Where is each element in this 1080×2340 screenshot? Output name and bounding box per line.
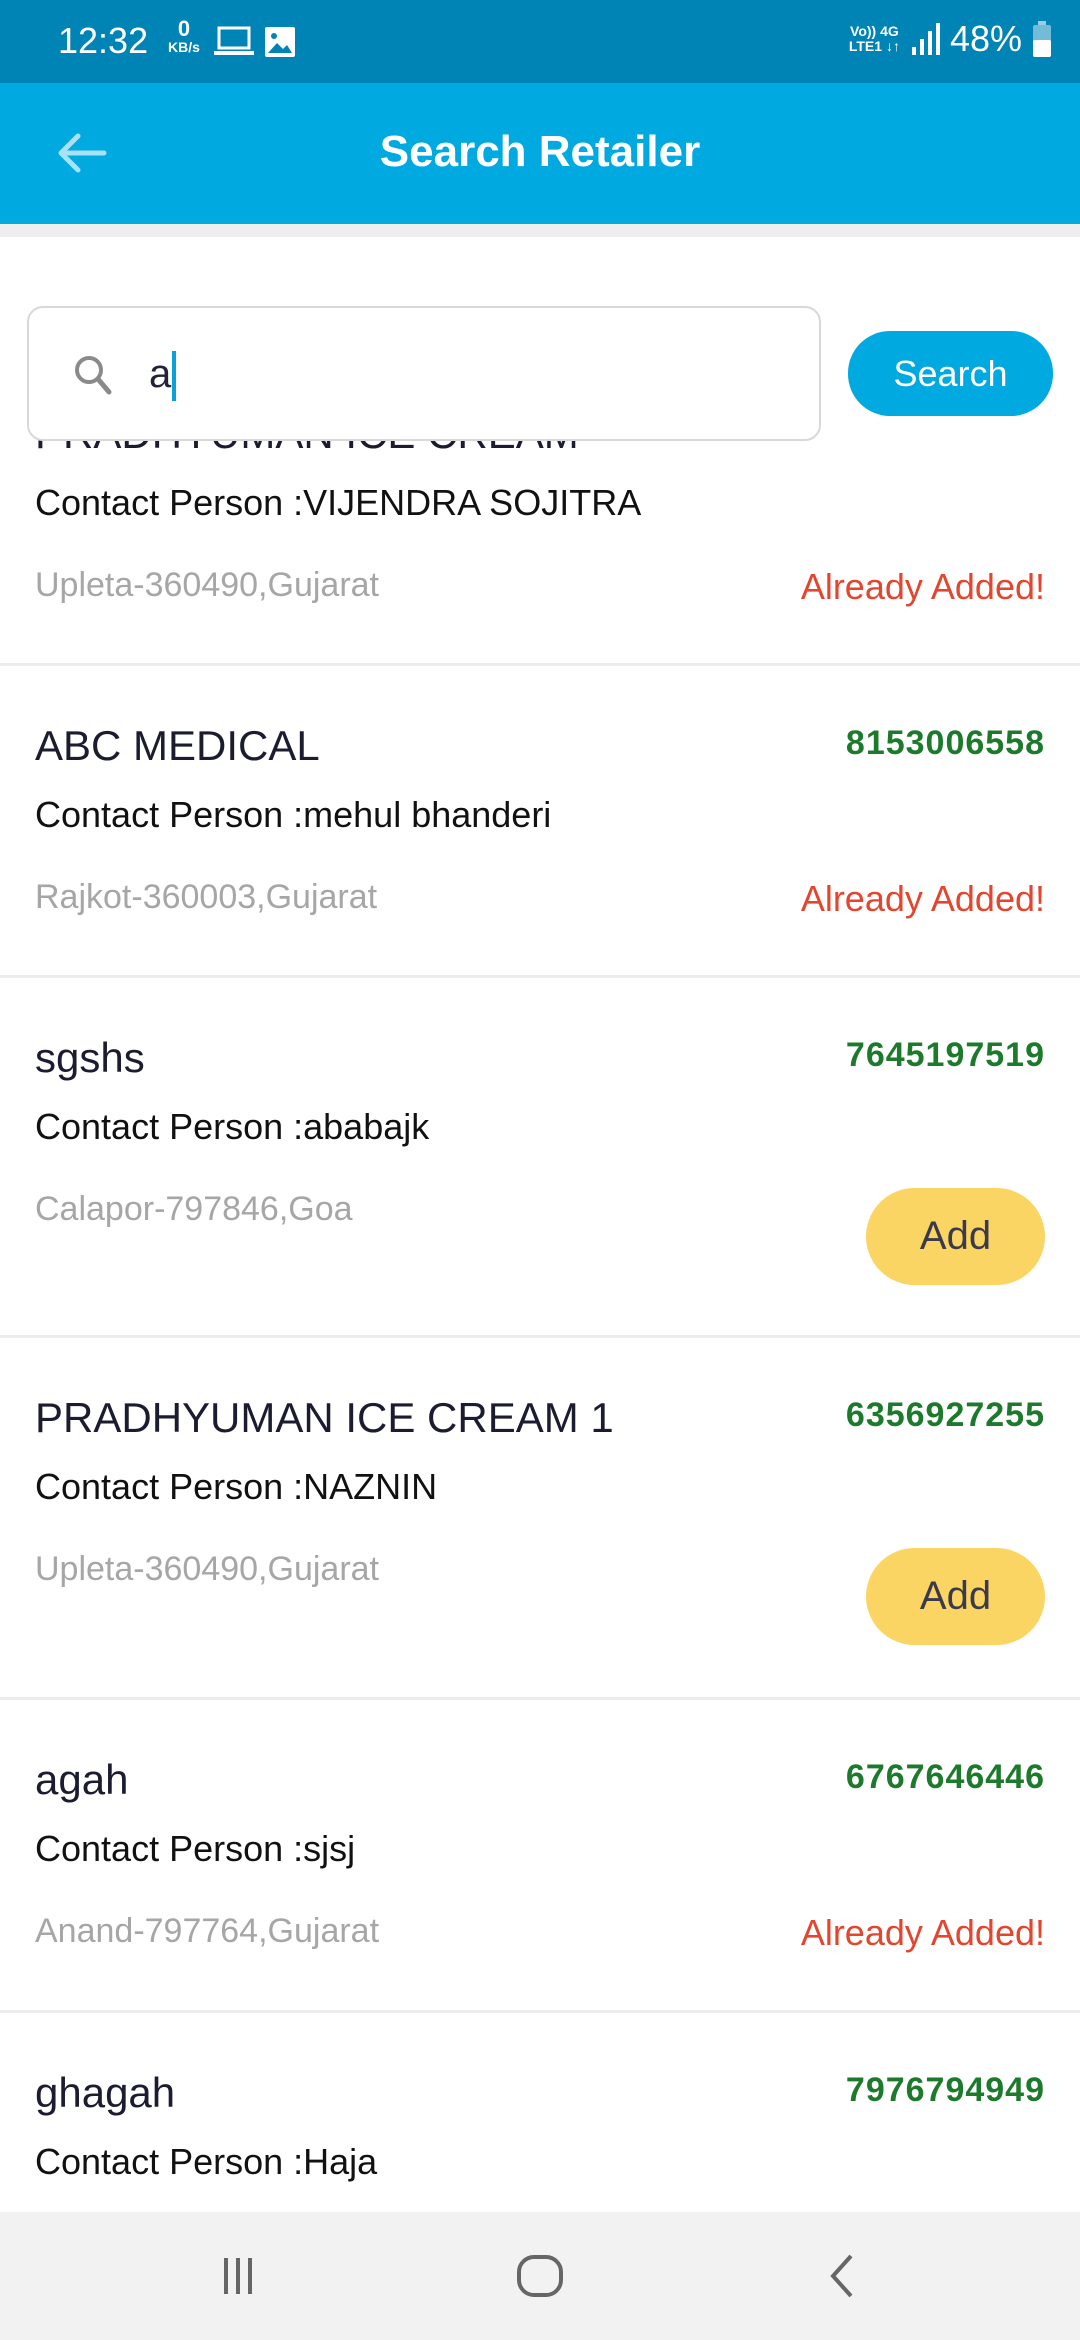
network-indicator: Vo)) 4G LTE1 ↓↑ — [849, 24, 900, 54]
list-item[interactable]: PRADHYUMAN ICE CREAM 1 6356927255 Contac… — [0, 1338, 1080, 1700]
retailer-name: PRADHYUMAN ICE CREAM 1 — [35, 1394, 614, 1441]
list-item[interactable]: ghagah 7976794949 Contact Person :Haja — [0, 2013, 1080, 2212]
already-added-label: Already Added! — [800, 1912, 1045, 1953]
signal-icon — [911, 23, 940, 55]
system-nav-bar — [0, 2212, 1080, 2340]
speed-value: 0 — [177, 16, 191, 41]
search-input[interactable] — [149, 338, 789, 410]
recent-apps-icon[interactable] — [208, 2246, 268, 2306]
search-button[interactable]: Search — [848, 331, 1053, 416]
retailer-phone: 6356927255 — [845, 1396, 1045, 1434]
contact-person: Contact Person :mehul bhanderi — [35, 794, 552, 835]
contact-person: Contact Person :Haja — [35, 2141, 378, 2182]
search-icon — [75, 356, 112, 395]
image-icon — [265, 27, 295, 57]
clock: 12:32 — [58, 20, 149, 61]
retailer-address: Rajkot-360003,Gujarat — [35, 878, 378, 916]
status-bar: 12:32 0 KB/s Vo)) 4G LTE1 ↓↑ 48% — [0, 0, 1080, 83]
net-bottom: LTE1 ↓↑ — [848, 38, 900, 54]
system-back-icon[interactable] — [813, 2246, 873, 2306]
speed-unit: KB/s — [168, 39, 200, 55]
app-bar: Search Retailer — [0, 83, 1080, 224]
divider — [0, 224, 1080, 237]
text-cursor — [172, 351, 176, 401]
list-item[interactable]: ABC MEDICAL 8153006558 Contact Person :m… — [0, 666, 1080, 978]
retailer-address: Anand-797764,Gujarat — [35, 1912, 380, 1950]
search-field[interactable] — [27, 306, 821, 441]
contact-person: Contact Person :ababajk — [35, 1106, 430, 1147]
list-item[interactable]: PRADHYUMAN ICE CREAM Contact Person :VIJ… — [0, 432, 1080, 666]
net-top: Vo)) 4G — [850, 23, 899, 39]
retailer-phone: 7645197519 — [845, 1036, 1045, 1074]
contact-person: Contact Person :VIJENDRA SOJITRA — [35, 482, 642, 523]
retailer-address: Upleta-360490,Gujarat — [35, 566, 380, 604]
add-button[interactable]: Add — [866, 1188, 1045, 1285]
laptop-icon — [214, 26, 254, 55]
retailer-name: ghagah — [35, 2069, 176, 2116]
network-speed: 0 KB/s — [168, 16, 200, 55]
add-button[interactable]: Add — [866, 1548, 1045, 1645]
retailer-list[interactable]: PRADHYUMAN ICE CREAM Contact Person :VIJ… — [0, 432, 1080, 2212]
retailer-name: ABC MEDICAL — [35, 722, 320, 769]
contact-person: Contact Person :NAZNIN — [35, 1466, 438, 1507]
retailer-phone: 7976794949 — [845, 2071, 1045, 2109]
contact-person: Contact Person :sjsj — [35, 1828, 356, 1869]
retailer-name: sgshs — [35, 1034, 145, 1081]
retailer-phone: 6767646446 — [845, 1758, 1045, 1796]
already-added-label: Already Added! — [800, 878, 1045, 919]
page-title: Search Retailer — [379, 127, 701, 176]
retailer-phone: 8153006558 — [845, 724, 1045, 762]
list-item[interactable]: sgshs 7645197519 Contact Person :ababajk… — [0, 978, 1080, 1338]
battery-icon — [1033, 21, 1051, 57]
retailer-address: Upleta-360490,Gujarat — [35, 1550, 380, 1588]
already-added-label: Already Added! — [800, 566, 1045, 607]
home-icon[interactable] — [510, 2246, 570, 2306]
list-item[interactable]: agah 6767646446 Contact Person :sjsj Ana… — [0, 1700, 1080, 2013]
retailer-address: Calapor-797846,Goa — [35, 1190, 353, 1228]
retailer-name: agah — [35, 1756, 129, 1803]
battery-percent: 48% — [949, 18, 1022, 59]
